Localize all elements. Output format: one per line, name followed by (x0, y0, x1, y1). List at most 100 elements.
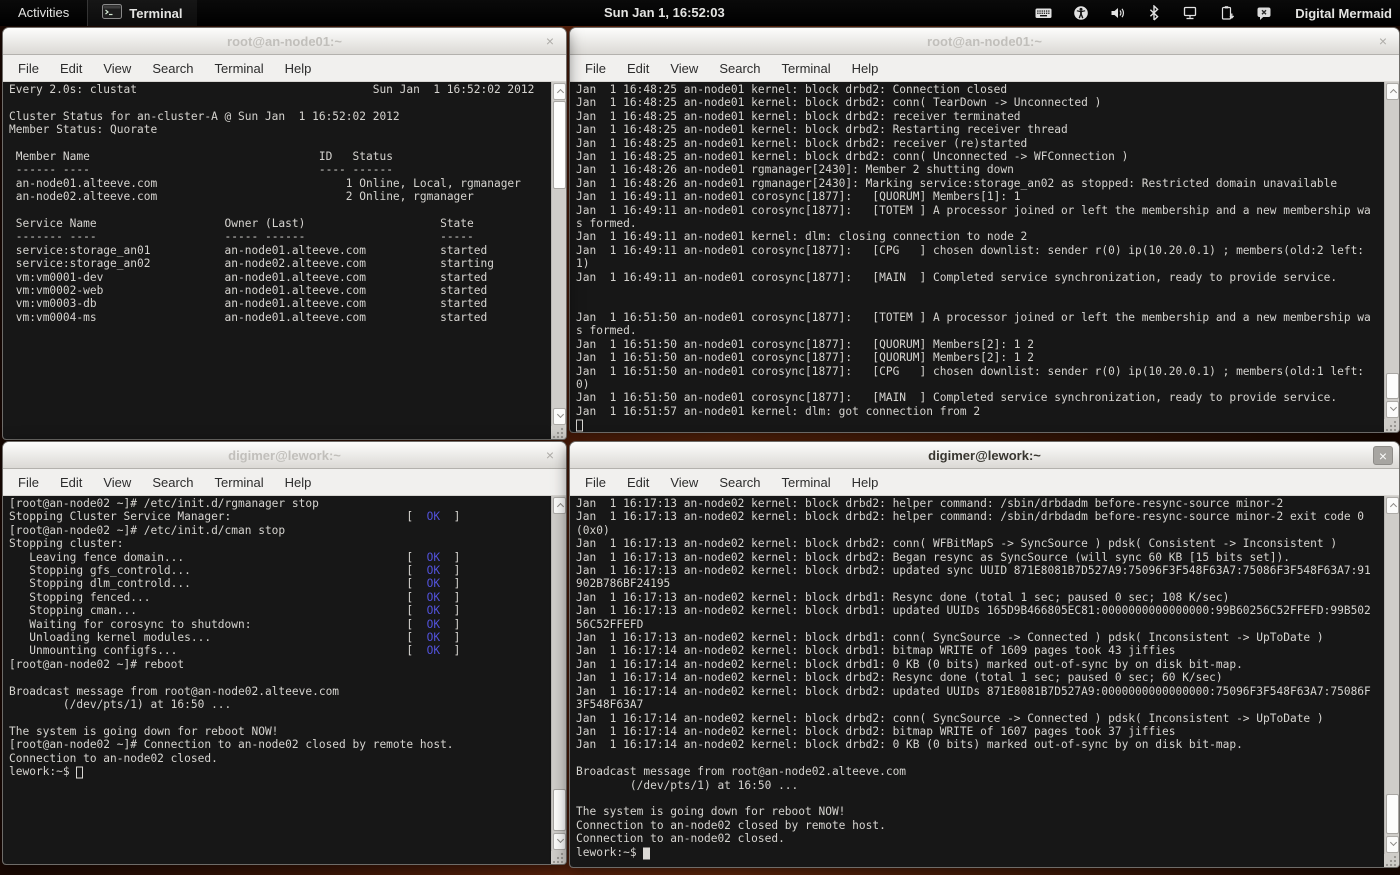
clipboard-icon[interactable] (1219, 5, 1235, 21)
terminal-line (9, 204, 540, 217)
screen-share-icon[interactable] (1182, 5, 1198, 21)
menu-file[interactable]: File (9, 57, 48, 80)
terminal-line: Jan 1 16:51:50 an-node01 corosync[1877]:… (576, 391, 1373, 404)
terminal-line: (/dev/pts/1) at 16:50 ... (576, 779, 1373, 792)
terminal-line: lework:~$ (9, 765, 540, 778)
window-titlebar[interactable]: root@an-node01:~ × (570, 28, 1399, 55)
terminal-output[interactable]: [root@an-node02 ~]# /etc/init.d/rgmanage… (3, 496, 566, 779)
terminal-line: Waiting for corosync to shutdown: [ OK ] (9, 618, 540, 631)
menu-search[interactable]: Search (710, 471, 769, 494)
scrollbar-thumb[interactable] (1386, 373, 1399, 399)
window-titlebar[interactable]: root@an-node01:~ × (3, 28, 566, 55)
terminal-line: [root@an-node02 ~]# /etc/init.d/rgmanage… (9, 497, 540, 510)
terminal-line: Stopping gfs_controld... [ OK ] (9, 564, 540, 577)
scroll-down-icon[interactable] (553, 833, 566, 850)
scrollbar-thumb[interactable] (553, 789, 566, 831)
scroll-down-icon[interactable] (1386, 401, 1399, 418)
resize-grip[interactable] (551, 426, 566, 439)
resize-grip[interactable] (551, 851, 566, 864)
menu-search[interactable]: Search (143, 57, 202, 80)
scrollbar[interactable] (551, 82, 566, 439)
terminal-line: [root@an-node02 ~]# Connection to an-nod… (9, 738, 540, 751)
menu-edit[interactable]: Edit (618, 471, 658, 494)
scrollbar-thumb[interactable] (553, 101, 566, 189)
ok-status: OK (427, 631, 440, 644)
terminal-line: Member Status: Quorate (9, 123, 540, 136)
app-menu[interactable]: Terminal (87, 0, 196, 26)
terminal-content: Every 2.0s: clustat Sun Jan 1 16:52:02 2… (3, 82, 566, 439)
terminal-line: Jan 1 16:49:11 an-node01 corosync[1877]:… (576, 271, 1373, 284)
menu-file[interactable]: File (576, 57, 615, 80)
terminal-line: Jan 1 16:49:11 an-node01 kernel: dlm: cl… (576, 230, 1373, 243)
window-titlebar[interactable]: digimer@lework:~ × (570, 442, 1399, 469)
menu-view[interactable]: View (661, 471, 707, 494)
scroll-up-icon[interactable] (553, 83, 566, 100)
menu-file[interactable]: File (576, 471, 615, 494)
terminal-line: Jan 1 16:17:13 an-node02 kernel: block d… (576, 604, 1373, 631)
activities-button[interactable]: Activities (0, 0, 87, 26)
menu-view[interactable]: View (661, 57, 707, 80)
menu-bar: File Edit View Search Terminal Help (3, 55, 566, 82)
menu-view[interactable]: View (94, 471, 140, 494)
keyboard-icon[interactable] (1035, 5, 1052, 21)
scrollbar-thumb[interactable] (1386, 794, 1399, 834)
window-title: digimer@lework:~ (228, 448, 341, 463)
terminal-cursor (576, 420, 583, 432)
menu-search[interactable]: Search (710, 57, 769, 80)
resize-grip[interactable] (1384, 419, 1399, 432)
terminal-line: Jan 1 16:48:25 an-node01 kernel: block d… (576, 83, 1373, 96)
menu-file[interactable]: File (9, 471, 48, 494)
terminal-line: Stopping cluster: (9, 537, 540, 550)
terminal-content: Jan 1 16:48:25 an-node01 kernel: block d… (570, 82, 1399, 432)
menu-view[interactable]: View (94, 57, 140, 80)
terminal-output[interactable]: Jan 1 16:48:25 an-node01 kernel: block d… (570, 82, 1399, 432)
menu-edit[interactable]: Edit (51, 57, 91, 80)
scrollbar[interactable] (1384, 496, 1399, 867)
menu-help[interactable]: Help (276, 57, 321, 80)
scrollbar[interactable] (1384, 82, 1399, 432)
terminal-content: Jan 1 16:17:13 an-node02 kernel: block d… (570, 496, 1399, 867)
clock[interactable]: Sun Jan 1, 16:52:03 (604, 0, 725, 26)
ok-status: OK (427, 551, 440, 564)
menu-edit[interactable]: Edit (618, 57, 658, 80)
close-icon[interactable]: × (1373, 32, 1393, 51)
terminal-line: (/dev/pts/1) at 16:50 ... (9, 698, 540, 711)
ok-status: OK (427, 564, 440, 577)
menu-terminal[interactable]: Terminal (206, 471, 273, 494)
terminal-output[interactable]: Jan 1 16:17:13 an-node02 kernel: block d… (570, 496, 1399, 859)
terminal-line: Connection to an-node02 closed by remote… (576, 819, 1373, 832)
scroll-up-icon[interactable] (553, 497, 566, 514)
user-menu[interactable]: Digital Mermaid (1293, 6, 1392, 21)
menu-search[interactable]: Search (143, 471, 202, 494)
terminal-line: lework:~$ (576, 846, 1373, 859)
close-icon[interactable]: × (1373, 446, 1393, 465)
accessibility-icon[interactable] (1073, 5, 1089, 21)
scroll-down-icon[interactable] (1386, 836, 1399, 853)
volume-icon[interactable] (1110, 5, 1126, 21)
menu-bar: File Edit View Search Terminal Help (570, 469, 1399, 496)
terminal-line: Jan 1 16:51:50 an-node01 corosync[1877]:… (576, 351, 1373, 364)
terminal-line: Jan 1 16:17:14 an-node02 kernel: block d… (576, 738, 1373, 751)
terminal-window-bottom-right: digimer@lework:~ × File Edit View Search… (569, 441, 1400, 868)
terminal-line: service:storage_an02 an-node02.alteeve.c… (9, 257, 540, 270)
terminal-line: Jan 1 16:51:50 an-node01 corosync[1877]:… (576, 338, 1373, 351)
menu-terminal[interactable]: Terminal (206, 57, 273, 80)
scroll-up-icon[interactable] (1386, 497, 1399, 514)
menu-help[interactable]: Help (843, 57, 888, 80)
menu-terminal[interactable]: Terminal (773, 471, 840, 494)
close-icon[interactable]: × (540, 32, 560, 51)
scroll-up-icon[interactable] (1386, 83, 1399, 100)
close-icon[interactable]: × (540, 446, 560, 465)
terminal-output[interactable]: Every 2.0s: clustat Sun Jan 1 16:52:02 2… (3, 82, 566, 324)
scrollbar[interactable] (551, 496, 566, 864)
menu-help[interactable]: Help (276, 471, 321, 494)
bluetooth-icon[interactable] (1147, 5, 1161, 21)
resize-grip[interactable] (1384, 854, 1399, 867)
scroll-down-icon[interactable] (553, 408, 566, 425)
chat-icon[interactable] (1256, 5, 1272, 21)
terminal-line: Connection to an-node02 closed. (576, 832, 1373, 845)
menu-help[interactable]: Help (843, 471, 888, 494)
window-titlebar[interactable]: digimer@lework:~ × (3, 442, 566, 469)
menu-edit[interactable]: Edit (51, 471, 91, 494)
menu-terminal[interactable]: Terminal (773, 57, 840, 80)
